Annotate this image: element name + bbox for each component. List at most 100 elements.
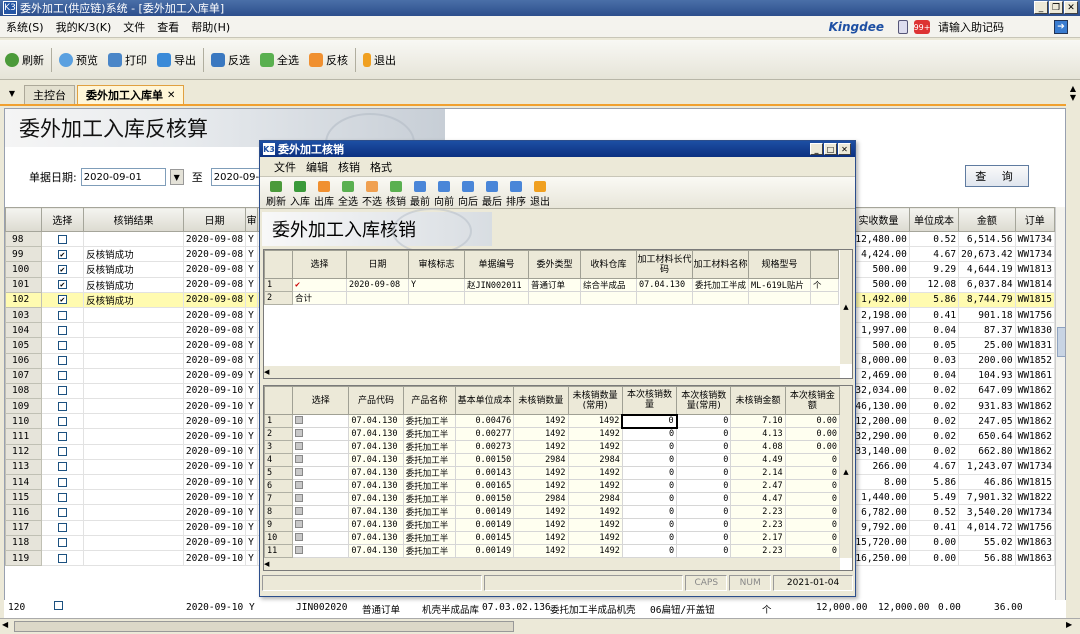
menu-file[interactable]: 文件 <box>117 19 151 35</box>
row-number[interactable]: 101 <box>5 276 42 293</box>
row-checkbox[interactable]: ✔ <box>57 249 67 259</box>
row-number[interactable]: 114 <box>5 473 42 491</box>
col-result[interactable]: 核销结果 <box>83 207 184 232</box>
dcol-select[interactable]: 选择 <box>292 250 347 279</box>
dmenu-verify[interactable]: 核销 <box>338 159 360 175</box>
header-vscroll[interactable]: ▲ <box>840 250 852 364</box>
row-checkbox[interactable] <box>57 325 67 335</box>
dcol-billno[interactable]: 单据编号 <box>464 250 529 279</box>
bcol-select[interactable]: 选择 <box>292 386 350 415</box>
bcol-unverified-qty-common[interactable]: 未核销数量(常用) <box>567 386 623 415</box>
close-icon[interactable]: ✕ <box>1064 1 1078 14</box>
row-checkbox[interactable]: ✔ <box>57 295 67 305</box>
row-checkbox[interactable] <box>57 234 67 244</box>
row-checkbox[interactable] <box>57 538 67 548</box>
scroll-right-icon[interactable]: ▶ <box>1066 620 1072 629</box>
dmenu-format[interactable]: 格式 <box>370 159 392 175</box>
row-select-box[interactable] <box>295 506 304 515</box>
row-select-box[interactable] <box>295 545 304 554</box>
d-sort-button[interactable]: 排序 <box>504 181 528 208</box>
go-icon[interactable]: ➔ <box>1054 20 1068 34</box>
row-number[interactable]: 116 <box>5 504 42 521</box>
bcol-unverified-qty[interactable]: 未核销数量 <box>513 386 569 415</box>
bcol-verify-qty-common[interactable]: 本次核销数量(常用) <box>676 386 732 415</box>
dcol-flag[interactable]: 审核标志 <box>408 250 465 279</box>
col-order[interactable]: 订单 <box>1014 207 1056 232</box>
chat-icon[interactable]: 99+ <box>914 20 930 34</box>
col-cost[interactable]: 单位成本 <box>908 207 960 232</box>
table-row[interactable]: 8 07.04.130 委托加工半 0.00149 1492 1492 0 0 2.23 0 <box>264 505 841 519</box>
row-number[interactable]: 112 <box>5 443 42 460</box>
row-number[interactable]: 108 <box>5 382 42 400</box>
row-number[interactable]: 111 <box>5 428 42 445</box>
row-checkbox[interactable] <box>57 340 67 350</box>
scroll-left-icon[interactable]: ◀ <box>2 620 8 629</box>
preview-button[interactable]: 预览 <box>54 49 103 71</box>
row-checkbox[interactable] <box>57 447 67 457</box>
row-checkbox[interactable] <box>57 477 67 487</box>
header-hscroll[interactable]: ◀ <box>264 366 840 378</box>
row-checkbox[interactable] <box>57 310 67 320</box>
row-number[interactable]: 107 <box>5 367 42 384</box>
tab-menu-icon[interactable]: ▼ <box>4 85 20 101</box>
tab-inbound[interactable]: 委外加工入库单 ✕ <box>77 85 185 104</box>
menu-system[interactable]: 系统(S) <box>0 19 50 35</box>
print-button[interactable]: 打印 <box>103 49 152 71</box>
bcol-name[interactable]: 产品名称 <box>402 386 456 415</box>
dcol-warehouse[interactable]: 收料仓库 <box>580 250 637 279</box>
row-checkbox[interactable]: ✔ <box>57 280 67 290</box>
row-checkbox[interactable] <box>57 356 67 366</box>
row-number[interactable]: 115 <box>5 489 42 506</box>
row-number[interactable]: 106 <box>5 352 42 369</box>
row-select-box[interactable] <box>295 415 304 424</box>
row-number[interactable]: 100 <box>5 261 42 278</box>
detail-hscroll[interactable]: ◀ <box>264 558 840 570</box>
main-vertical-scrollbar[interactable] <box>1055 207 1065 617</box>
tab-console[interactable]: 主控台 <box>24 85 75 104</box>
row-checkbox[interactable] <box>57 371 67 381</box>
d-inbound-button[interactable]: 入库 <box>288 181 312 208</box>
dcol-date[interactable]: 日期 <box>346 250 409 279</box>
dialog-close-icon[interactable]: ✕ <box>838 143 851 155</box>
table-row[interactable]: 1 07.04.130 委托加工半 0.00476 1492 1492 0 0 7.10 0.00 <box>264 413 841 429</box>
hscroll-thumb[interactable] <box>14 621 514 632</box>
table-row[interactable]: 2 07.04.130 委托加工半 0.00277 1492 1492 0 0 4.13 0.00 <box>264 427 841 441</box>
phone-icon[interactable] <box>898 20 908 34</box>
helper-code-input[interactable]: 请输入助记码 <box>936 19 1048 35</box>
row-checkbox[interactable] <box>57 462 67 472</box>
dcol-mat-code[interactable]: 加工材料长代码 <box>636 250 693 279</box>
detail-vscroll[interactable]: ▲ <box>840 386 852 558</box>
row-select-box[interactable] <box>295 519 304 528</box>
row-select-box[interactable] <box>295 428 304 437</box>
table-row[interactable]: 6 07.04.130 委托加工半 0.00165 1492 1492 0 0 2.47 0 <box>264 479 841 493</box>
query-button[interactable]: 查 询 <box>965 165 1029 187</box>
bcol-verify-qty[interactable]: 本次核销数量 <box>621 386 678 415</box>
select-all-button[interactable]: 全选 <box>255 49 304 71</box>
row-number[interactable]: 117 <box>5 519 42 536</box>
dmenu-file[interactable]: 文件 <box>274 159 296 175</box>
d-select-none-button[interactable]: 不选 <box>360 181 384 208</box>
dcol-spec[interactable]: 规格型号 <box>748 250 811 279</box>
table-row[interactable]: 11 07.04.130 委托加工半 0.00149 1492 1492 0 0 2.23 0 <box>264 544 841 558</box>
menu-my-k3[interactable]: 我的K/3(K) <box>50 19 118 35</box>
export-button[interactable]: 导出 <box>152 49 201 71</box>
restore-icon[interactable]: ❐ <box>1049 1 1063 14</box>
minimize-icon[interactable]: _ <box>1034 1 1048 14</box>
dcol-type[interactable]: 委外类型 <box>528 250 581 279</box>
bcol-cost[interactable]: 基本单位成本 <box>454 386 515 415</box>
col-audit[interactable]: 审 <box>245 207 259 232</box>
d-verify-button[interactable]: 核销 <box>384 181 408 208</box>
col-qty[interactable]: 实收数量 <box>847 207 910 232</box>
d-last-button[interactable]: 最后 <box>480 181 504 208</box>
col-select[interactable]: 选择 <box>40 207 85 232</box>
exit-button[interactable]: 退出 <box>358 49 401 71</box>
row-number[interactable]: 118 <box>5 534 42 551</box>
table-row[interactable]: 5 07.04.130 委托加工半 0.00143 1492 1492 0 0 2.14 0 <box>264 466 841 480</box>
row-number[interactable]: 113 <box>5 458 42 476</box>
row-number[interactable]: 119 <box>5 549 42 567</box>
menu-view[interactable]: 查看 <box>151 19 185 35</box>
scroll-up-icon[interactable]: ▲ <box>1070 84 1076 93</box>
row-checkbox[interactable] <box>57 523 67 533</box>
table-row[interactable]: 2 合计 <box>264 291 839 305</box>
row-checkbox[interactable] <box>57 507 67 517</box>
